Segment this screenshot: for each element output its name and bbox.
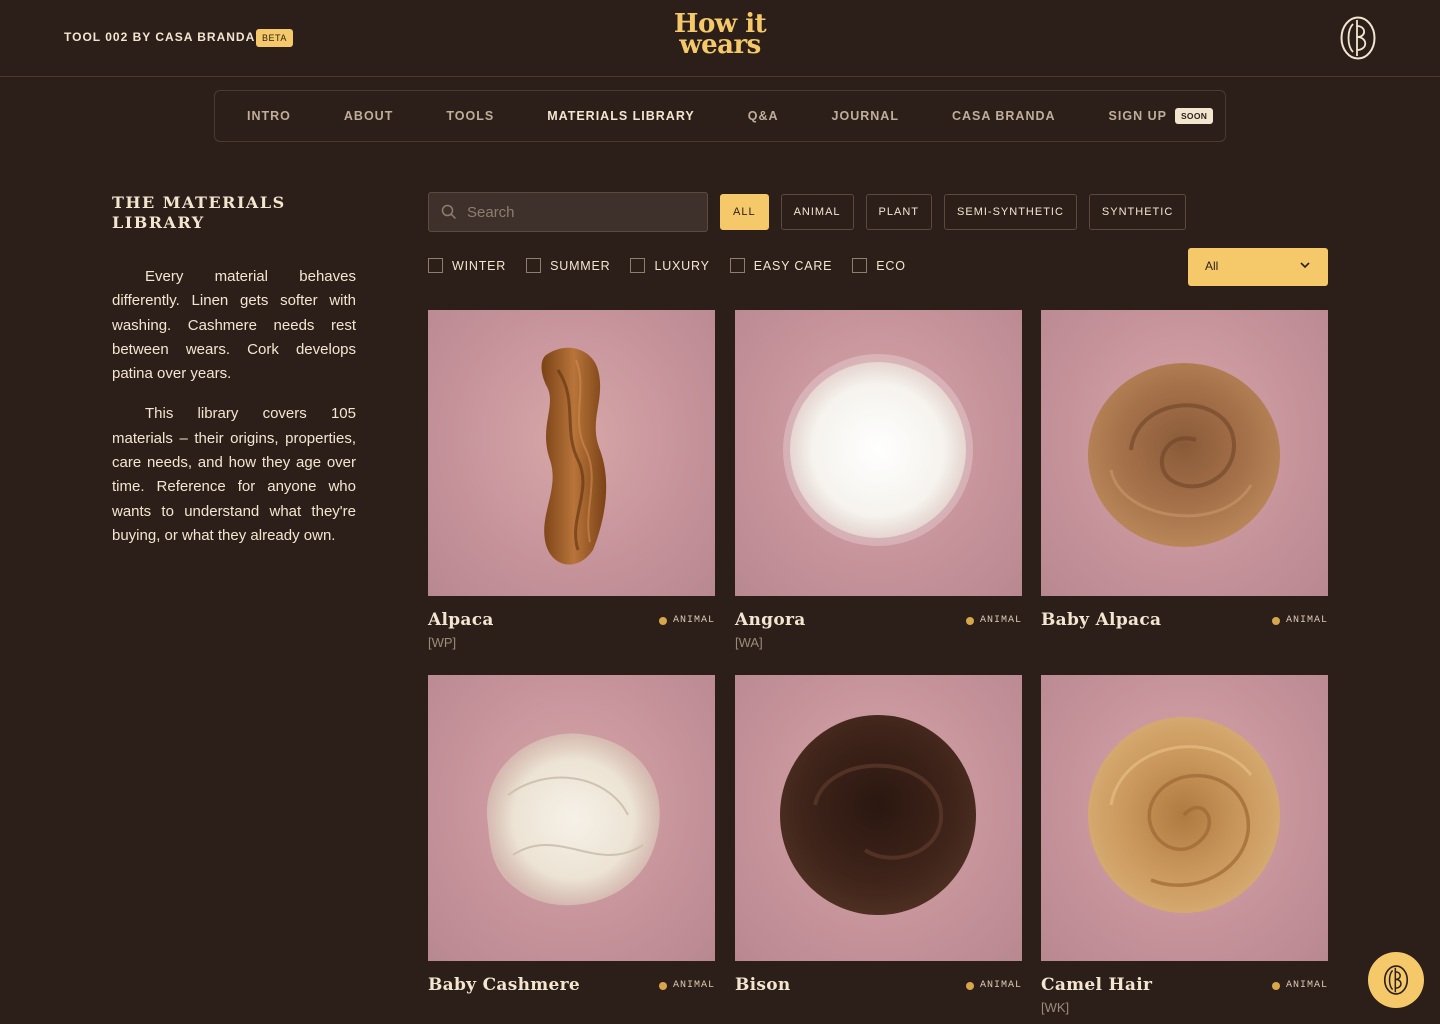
category-dot xyxy=(1271,616,1280,625)
checkbox-label: WINTER xyxy=(452,258,507,273)
material-card-bison[interactable]: Bison ANIMAL xyxy=(735,675,1022,995)
material-name: Alpaca xyxy=(428,610,494,630)
checkbox-summer[interactable]: SUMMER xyxy=(526,258,610,273)
material-category-tag: ANIMAL xyxy=(1271,615,1328,626)
material-image-baby-alpaca xyxy=(1041,310,1328,596)
material-category-label: ANIMAL xyxy=(672,615,715,626)
material-name: Camel Hair xyxy=(1041,975,1153,995)
checkbox-eco[interactable]: ECO xyxy=(852,258,906,273)
nav-item-about[interactable]: ABOUT xyxy=(344,109,393,123)
material-name: Bison xyxy=(735,975,791,995)
filter-animal-button[interactable]: ANIMAL xyxy=(780,194,854,230)
material-code: [WK] xyxy=(1041,1000,1070,1015)
nav-item-journal[interactable]: JOURNAL xyxy=(832,109,899,123)
material-category-tag: ANIMAL xyxy=(658,615,715,626)
material-card-camel-hair[interactable]: Camel Hair ANIMAL [WK] xyxy=(1041,675,1328,1015)
checkbox-box[interactable] xyxy=(526,258,542,273)
floating-brand-button[interactable] xyxy=(1368,952,1424,1008)
material-name: Baby Cashmere xyxy=(428,975,581,995)
category-dot xyxy=(965,616,974,625)
material-name: Baby Alpaca xyxy=(1041,610,1162,630)
beta-badge: BETA xyxy=(256,29,293,47)
intro-paragraph-1: Every material behaves differently. Line… xyxy=(112,268,356,383)
material-image-angora xyxy=(735,310,1022,596)
category-filters: ALL ANIMAL PLANT SEMI-SYNTHETIC SYNTHETI… xyxy=(720,194,1198,230)
top-bar: TOOL 002 BY CASA BRANDA BETA How it wear… xyxy=(0,0,1440,77)
nav-item-label: TOOLS xyxy=(446,109,495,123)
material-card-baby-alpaca[interactable]: Baby Alpaca ANIMAL xyxy=(1041,310,1328,630)
nav-item-label: ABOUT xyxy=(343,109,394,123)
main-nav: INTRO ABOUT TOOLS MATERIALS LIBRARY Q&A … xyxy=(214,90,1226,142)
nav-item-casa-branda[interactable]: CASA BRANDA xyxy=(952,109,1056,123)
material-code: [WA] xyxy=(735,635,763,650)
checkbox-label: ECO xyxy=(876,258,906,273)
filter-synthetic-button[interactable]: SYNTHETIC xyxy=(1088,194,1187,230)
material-category-label: ANIMAL xyxy=(1285,980,1328,991)
page-title-line-2: LIBRARY xyxy=(112,213,205,232)
search-input[interactable] xyxy=(467,203,697,221)
search-box[interactable] xyxy=(428,192,708,232)
sort-select-value: All xyxy=(1205,259,1219,273)
page-title-line-1: THE MATERIALS xyxy=(112,193,286,212)
intro-paragraph-2: This library covers 105 materials – thei… xyxy=(112,405,356,544)
search-icon xyxy=(441,204,457,220)
property-checkboxes: WINTER SUMMER LUXURY EASY CARE ECO xyxy=(428,258,926,273)
material-category-label: ANIMAL xyxy=(979,615,1022,626)
material-code: [WP] xyxy=(428,635,457,650)
category-dot xyxy=(1271,981,1280,990)
material-category-tag: ANIMAL xyxy=(658,980,715,991)
material-name: Angora xyxy=(735,610,806,630)
checkbox-box[interactable] xyxy=(852,258,868,273)
checkbox-box[interactable] xyxy=(428,258,443,273)
casa-branda-monogram-icon[interactable] xyxy=(1340,16,1376,60)
tool-label: TOOL 002 BY CASA BRANDA xyxy=(64,30,256,44)
nav-item-label: INTRO xyxy=(247,109,291,123)
category-dot xyxy=(965,981,974,990)
nav-item-materials-library[interactable]: MATERIALS LIBRARY xyxy=(547,109,695,123)
material-category-tag: ANIMAL xyxy=(1271,980,1328,991)
checkbox-label: SUMMER xyxy=(550,258,611,273)
category-dot xyxy=(658,981,667,990)
filter-semi-synthetic-button[interactable]: SEMI-SYNTHETIC xyxy=(944,194,1077,230)
checkbox-box[interactable] xyxy=(729,258,745,273)
checkbox-luxury[interactable]: LUXURY xyxy=(630,258,709,273)
material-image-alpaca xyxy=(428,310,715,596)
sort-select[interactable]: All xyxy=(1188,248,1328,286)
material-image-bison xyxy=(735,675,1022,961)
material-card-alpaca[interactable]: Alpaca ANIMAL [WP] xyxy=(428,310,715,650)
nav-item-label: JOURNAL xyxy=(831,109,899,123)
nav-item-intro[interactable]: INTRO xyxy=(247,109,291,123)
material-image-baby-cashmere xyxy=(428,675,715,961)
category-dot xyxy=(658,616,667,625)
chevron-down-icon xyxy=(1300,262,1310,269)
checkbox-easy-care[interactable]: EASY CARE xyxy=(729,258,833,273)
page-title: THE MATERIALS LIBRARY xyxy=(112,193,362,233)
material-category-label: ANIMAL xyxy=(979,980,1022,991)
soon-badge: SOON xyxy=(1174,108,1214,124)
filter-plant-button[interactable]: PLANT xyxy=(865,194,933,230)
checkbox-label: EASY CARE xyxy=(753,258,833,273)
nav-item-label: MATERIALS LIBRARY xyxy=(547,109,695,123)
material-image-camel-hair xyxy=(1041,675,1328,961)
material-category-tag: ANIMAL xyxy=(965,615,1022,626)
nav-item-label: CASA BRANDA xyxy=(951,109,1056,123)
nav-item-label: SIGN UP xyxy=(1108,109,1167,123)
site-logo[interactable]: How it wears xyxy=(660,11,780,58)
checkbox-label: LUXURY xyxy=(654,258,710,273)
casa-branda-monogram-icon xyxy=(1383,965,1409,995)
nav-item-qa[interactable]: Q&A xyxy=(748,109,779,123)
material-card-baby-cashmere[interactable]: Baby Cashmere ANIMAL xyxy=(428,675,715,995)
material-category-label: ANIMAL xyxy=(672,980,715,991)
filter-all-button[interactable]: ALL xyxy=(720,194,769,230)
intro-text: Every material behaves differently. Line… xyxy=(112,265,356,564)
material-category-tag: ANIMAL xyxy=(965,980,1022,991)
nav-item-label: Q&A xyxy=(747,109,779,123)
checkbox-box[interactable] xyxy=(630,258,646,273)
nav-item-tools[interactable]: TOOLS xyxy=(446,109,494,123)
checkbox-winter[interactable]: WINTER xyxy=(428,258,506,273)
nav-item-sign-up[interactable]: SIGN UP SOON xyxy=(1109,108,1214,124)
material-card-angora[interactable]: Angora ANIMAL [WA] xyxy=(735,310,1022,650)
material-category-label: ANIMAL xyxy=(1285,615,1328,626)
